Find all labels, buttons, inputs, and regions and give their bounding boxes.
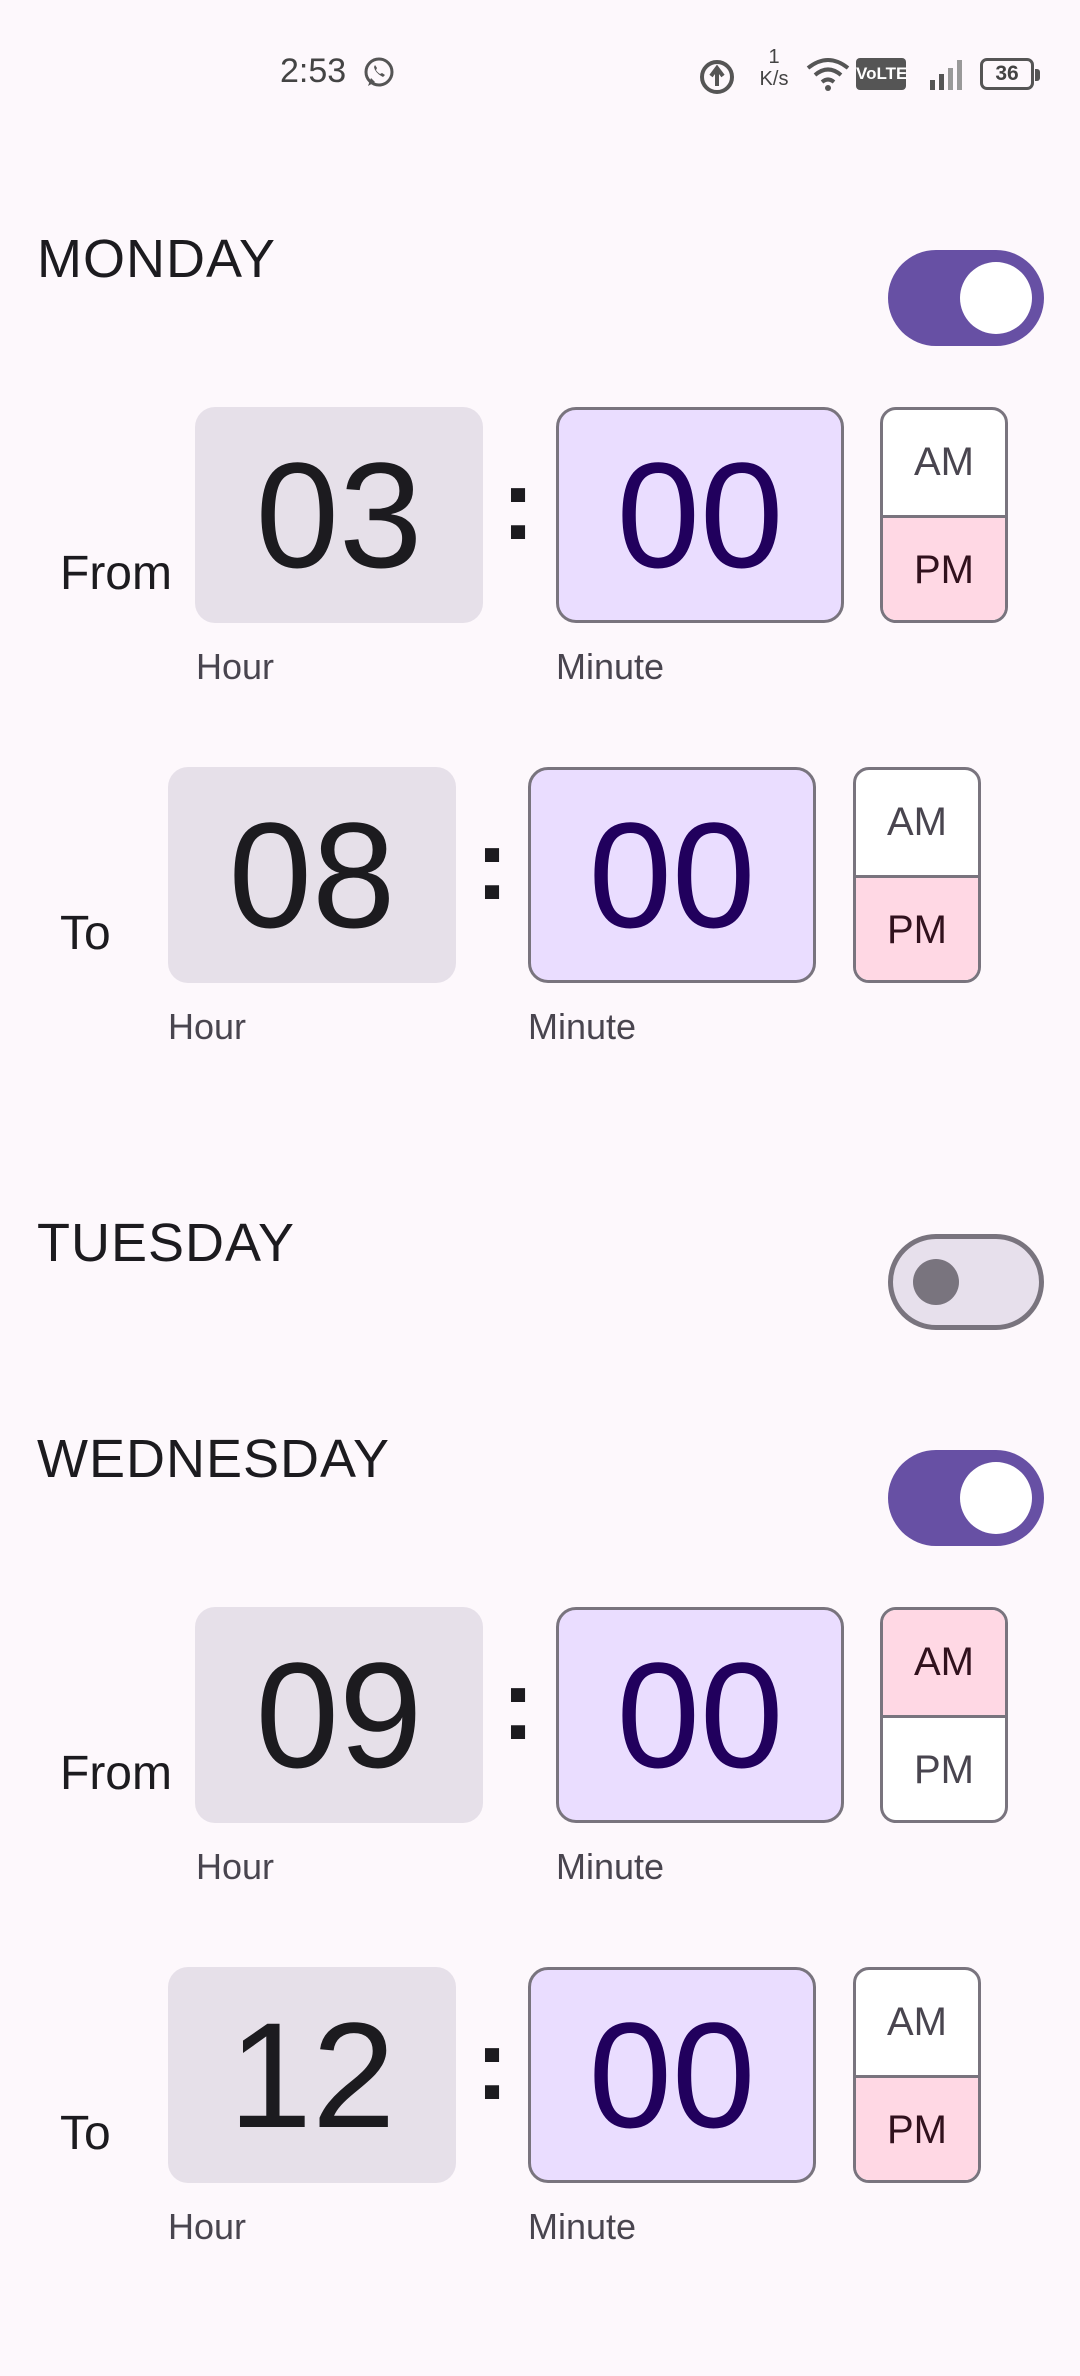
wifi-icon — [806, 58, 850, 91]
status-bar: 2:53 1 K/s VoLTE 36 — [0, 0, 1080, 150]
wednesday-from-hour[interactable]: 09 — [195, 1607, 483, 1823]
to-label: To — [60, 2107, 111, 2160]
hour-caption: Hour — [168, 2206, 247, 2247]
volte-badge: VoLTE — [856, 58, 907, 90]
monday-from-hour[interactable]: 03 — [195, 407, 483, 623]
pm-option[interactable]: PM — [883, 518, 1005, 620]
data-saver-icon — [700, 60, 734, 94]
minute-caption: Minute — [528, 2206, 637, 2247]
whatsapp-icon — [364, 57, 394, 87]
am-option[interactable]: AM — [856, 1970, 978, 2078]
hour-caption: Hour — [196, 1846, 275, 1887]
wednesday-toggle[interactable] — [888, 1450, 1044, 1546]
from-label: From — [60, 1747, 172, 1800]
tuesday-toggle[interactable] — [888, 1234, 1044, 1330]
am-option[interactable]: AM — [856, 770, 978, 878]
toggle-knob — [960, 1462, 1032, 1534]
speed-unit: K/s — [759, 68, 789, 90]
time-colon: : — [501, 1649, 535, 1761]
day-title-tuesday: TUESDAY — [37, 1213, 296, 1273]
am-option[interactable]: AM — [883, 1610, 1005, 1718]
monday-to-minute[interactable]: 00 — [528, 767, 816, 983]
minute-caption: Minute — [528, 1006, 637, 1047]
wednesday-to-minute[interactable]: 00 — [528, 1967, 816, 2183]
wednesday-from-period[interactable]: AM PM — [880, 1607, 1008, 1823]
time-colon: : — [475, 809, 509, 921]
network-speed: 1 K/s — [752, 46, 796, 90]
time-colon: : — [475, 2009, 509, 2121]
hour-caption: Hour — [196, 646, 275, 687]
status-time: 2:53 — [280, 52, 347, 90]
pm-option[interactable]: PM — [856, 2078, 978, 2180]
monday-to-hour[interactable]: 08 — [168, 767, 456, 983]
minute-caption: Minute — [556, 1846, 665, 1887]
toggle-knob — [960, 262, 1032, 334]
minute-caption: Minute — [556, 646, 665, 687]
wednesday-from-minute[interactable]: 00 — [556, 1607, 844, 1823]
hour-caption: Hour — [168, 1006, 247, 1047]
day-title-wednesday: WEDNESDAY — [37, 1429, 391, 1489]
time-colon: : — [501, 449, 535, 561]
monday-toggle[interactable] — [888, 250, 1044, 346]
toggle-knob — [913, 1259, 959, 1305]
from-label: From — [60, 547, 172, 600]
monday-to-period[interactable]: AM PM — [853, 767, 981, 983]
wednesday-to-period[interactable]: AM PM — [853, 1967, 981, 2183]
wednesday-to-hour[interactable]: 12 — [168, 1967, 456, 2183]
battery-icon: 36 — [980, 58, 1040, 90]
day-title-monday: MONDAY — [37, 229, 277, 289]
speed-value: 1 — [768, 46, 780, 68]
monday-from-period[interactable]: AM PM — [880, 407, 1008, 623]
pm-option[interactable]: PM — [856, 878, 978, 980]
pm-option[interactable]: PM — [883, 1718, 1005, 1820]
monday-from-minute[interactable]: 00 — [556, 407, 844, 623]
am-option[interactable]: AM — [883, 410, 1005, 518]
to-label: To — [60, 907, 111, 960]
signal-icon — [930, 60, 962, 90]
